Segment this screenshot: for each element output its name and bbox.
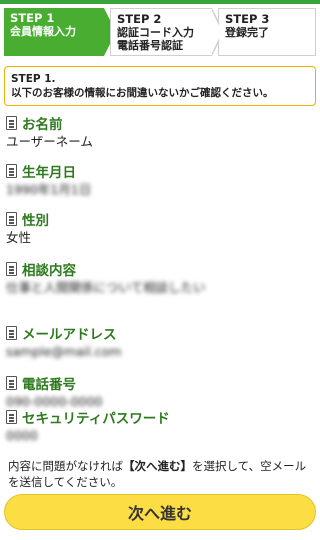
instruction-emphasis: 【次へ進む】	[123, 459, 192, 473]
step-1-label: 会員情報入力	[10, 25, 76, 38]
field-consultation: 相談内容 仕事と人間関係について相談したい	[6, 260, 312, 296]
field-birthdate-label: 生年月日	[22, 165, 76, 181]
field-gender: 性別 女性	[6, 210, 312, 246]
field-phone-label: 電話番号	[22, 377, 76, 393]
next-button[interactable]: 次へ進む	[4, 494, 316, 530]
confirmation-notice: STEP 1. 以下のお客様の情報にお間違いないかご確認ください。	[4, 66, 316, 106]
field-phone: 電話番号 090-0000-0000	[6, 374, 312, 410]
document-icon	[6, 164, 17, 178]
step-indicator: STEP 1 会員情報入力 STEP 2 認証コード入力 電話番号認証 STEP…	[4, 8, 316, 56]
document-icon	[6, 262, 17, 276]
field-birthdate: 生年月日 1990年1月1日	[6, 162, 312, 198]
top-accent-line	[0, 0, 320, 4]
document-icon	[6, 410, 17, 424]
step-1-number: STEP 1	[10, 11, 55, 25]
step-2: STEP 2 認証コード入力 電話番号認証	[110, 8, 224, 56]
field-consultation-label: 相談内容	[22, 263, 76, 279]
step-2-number: STEP 2	[117, 12, 162, 26]
field-security-password-value: 0000	[6, 428, 38, 443]
step-1: STEP 1 会員情報入力	[4, 8, 116, 56]
field-email-label: メールアドレス	[22, 327, 117, 343]
field-email: メールアドレス sample@mail.com	[6, 324, 312, 360]
field-name-label: お名前	[22, 117, 63, 133]
field-security-password: セキュリティパスワード 0000	[6, 408, 312, 444]
document-icon	[6, 326, 17, 340]
notice-text: 以下のお客様の情報にお間違いないかご確認ください。	[11, 87, 274, 99]
document-icon	[6, 116, 17, 130]
step-3-number: STEP 3	[225, 12, 270, 26]
field-name-value: ユーザーネーム	[6, 134, 93, 149]
instruction-text: 内容に問題がなければ【次へ進む】を選択して、空メールを送信してください。	[8, 459, 307, 489]
field-birthdate-value: 1990年1月1日	[6, 182, 92, 197]
field-gender-value: 女性	[6, 230, 32, 245]
field-security-password-label: セキュリティパスワード	[22, 411, 170, 427]
document-icon	[6, 212, 17, 226]
document-icon	[6, 376, 17, 390]
step-3: STEP 3 登録完了	[218, 8, 316, 56]
field-name: お名前 ユーザーネーム	[6, 114, 312, 150]
field-gender-label: 性別	[22, 213, 49, 229]
step-2-label: 認証コード入力 電話番号認証	[117, 26, 194, 52]
field-consultation-value: 仕事と人間関係について相談したい	[6, 280, 206, 295]
notice-title: STEP 1.	[11, 73, 56, 85]
step-3-label: 登録完了	[225, 26, 269, 39]
field-email-value: sample@mail.com	[6, 344, 122, 359]
